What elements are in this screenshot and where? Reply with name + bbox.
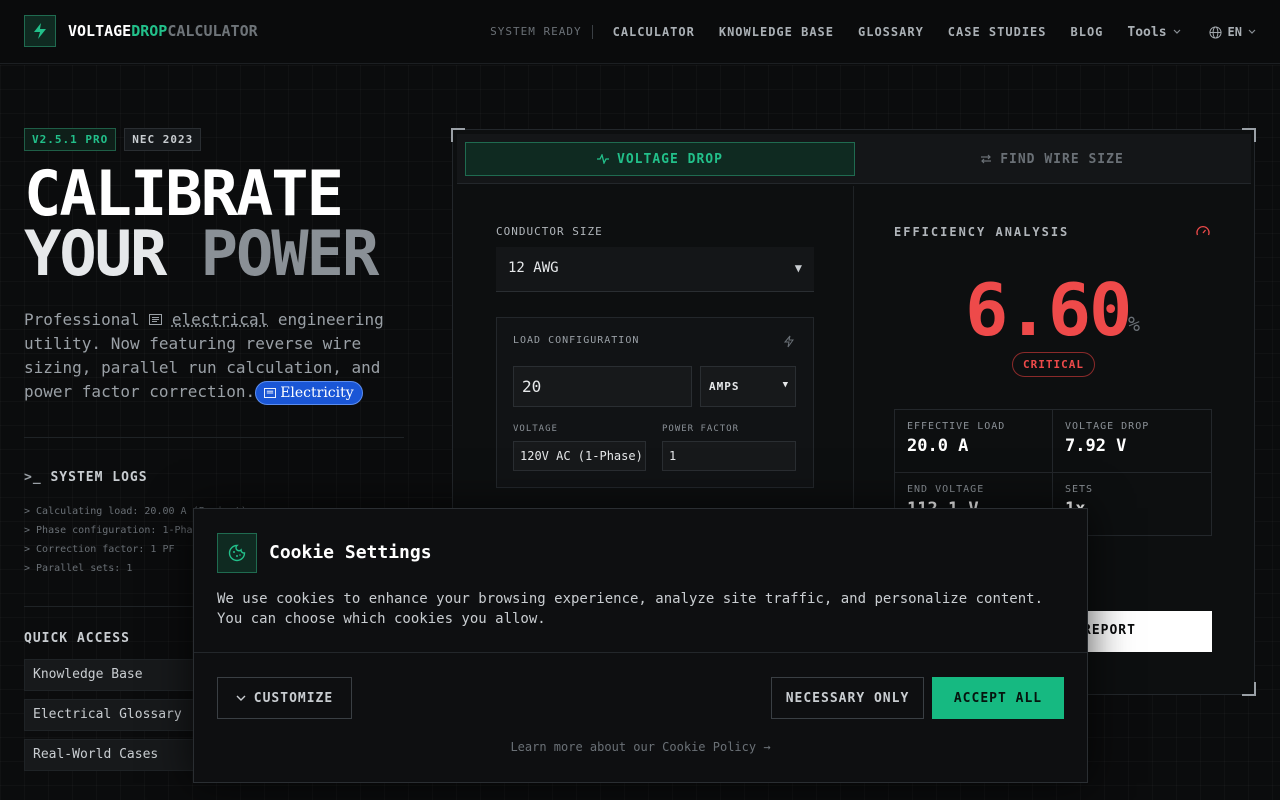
electrical-link[interactable]: electrical <box>172 310 268 329</box>
caret-down-icon: ▼ <box>782 380 789 390</box>
code-badge: NEC 2023 <box>124 128 202 151</box>
gauge-icon <box>1196 225 1210 236</box>
percent-unit: % <box>1128 312 1141 336</box>
system-logs-title: >_ SYSTEM LOGS <box>24 470 148 485</box>
nav-knowledge-base[interactable]: KNOWLEDGE BASE <box>719 25 834 39</box>
conductor-size-value: 12 AWG <box>508 260 559 276</box>
load-unit-select[interactable]: AMPS ▼ <box>700 366 796 407</box>
chip-label: Electricity <box>280 384 354 401</box>
version-badges: V2.5.1 PRO NEC 2023 <box>24 128 202 151</box>
hero-line-2a: YOUR <box>24 217 167 290</box>
logo-wordmark[interactable]: VOLTAGEDROPCALCULATOR <box>68 22 258 40</box>
customize-label: CUSTOMIZE <box>253 690 334 706</box>
chevron-down-icon <box>236 695 246 701</box>
quick-access-title: QUICK ACCESS <box>24 631 130 646</box>
tab-label: VOLTAGE DROP <box>617 151 723 167</box>
voltage-drop-percent: 6.60 <box>965 268 1132 352</box>
globe-icon <box>1209 25 1222 39</box>
tab-voltage-drop[interactable]: VOLTAGE DROP <box>465 142 855 176</box>
divider <box>24 437 404 438</box>
load-configuration: LOAD CONFIGURATION 20 AMPS ▼ VOLTAGE 120V… <box>496 317 814 488</box>
conductor-size-select[interactable]: 12 AWG ▼ <box>496 247 814 292</box>
main-nav: SYSTEM READY CALCULATOR KNOWLEDGE BASE G… <box>490 0 1256 64</box>
cookie-body: We use cookies to enhance your browsing … <box>217 591 1044 627</box>
language-label: EN <box>1227 25 1242 39</box>
bolt-icon <box>34 23 46 39</box>
stat-effective-load: EFFECTIVE LOAD 20.0 A <box>895 410 1053 473</box>
voltage-label: VOLTAGE <box>513 424 558 434</box>
load-unit-value: AMPS <box>709 380 740 393</box>
hero-line-2b: POWER <box>200 217 380 290</box>
voltage-select[interactable]: 120V AC (1-Phase) <box>513 441 646 471</box>
load-config-label: LOAD CONFIGURATION <box>513 335 640 346</box>
calculator-tabs: VOLTAGE DROP FIND WIRE SIZE <box>457 134 1251 184</box>
language-selector[interactable]: EN <box>1209 25 1256 39</box>
divider <box>194 652 1087 653</box>
customize-button[interactable]: CUSTOMIZE <box>217 677 352 719</box>
cookie-icon <box>228 544 246 562</box>
cookie-policy-link[interactable]: Learn more about our Cookie Policy → <box>194 740 1087 754</box>
hero-line-1: CALIBRATE <box>24 157 344 230</box>
nav-blog[interactable]: BLOG <box>1071 25 1104 39</box>
power-factor-label: POWER FACTOR <box>662 424 740 434</box>
system-status: SYSTEM READY <box>490 25 593 39</box>
load-input[interactable]: 20 <box>513 366 692 407</box>
cookie-dialog: Cookie Settings We use cookies to enhanc… <box>193 508 1088 783</box>
version-badge: V2.5.1 PRO <box>24 128 117 151</box>
nav-tools-dropdown[interactable]: Tools <box>1127 25 1180 40</box>
top-header: VOLTAGEDROPCALCULATOR SYSTEM READY CALCU… <box>0 0 1280 64</box>
caret-down-icon: ▼ <box>794 261 802 275</box>
power-factor-input[interactable]: 1 <box>662 441 796 471</box>
tab-find-wire-size[interactable]: FIND WIRE SIZE <box>857 142 1247 176</box>
chevron-down-icon <box>1248 29 1256 34</box>
stat-voltage-drop: VOLTAGE DROP 7.92 V <box>1053 410 1211 473</box>
analysis-title: EFFICIENCY ANALYSIS <box>894 225 1070 239</box>
article-icon <box>149 314 163 325</box>
hero-description: Professional electrical engineering util… <box>24 308 404 405</box>
article-icon <box>264 387 277 398</box>
quick-access-cases[interactable]: Real-World Cases <box>24 739 214 771</box>
bolt-outline-icon <box>784 335 794 348</box>
conductor-size-label: CONDUCTOR SIZE <box>496 225 603 238</box>
tab-label: FIND WIRE SIZE <box>1000 151 1124 167</box>
nav-glossary[interactable]: GLOSSARY <box>858 25 924 39</box>
necessary-only-button[interactable]: NECESSARY ONLY <box>771 677 924 719</box>
logo-mark[interactable] <box>24 15 56 47</box>
corner-bracket <box>1242 682 1256 696</box>
pulse-icon <box>597 154 610 164</box>
quick-access-knowledge-base[interactable]: Knowledge Base <box>24 659 214 691</box>
nav-case-studies[interactable]: CASE STUDIES <box>948 25 1047 39</box>
cookie-icon-box <box>217 533 257 573</box>
accept-all-button[interactable]: ACCEPT ALL <box>932 677 1064 719</box>
chevron-down-icon <box>1173 29 1180 34</box>
electricity-chip[interactable]: Electricity <box>255 380 363 405</box>
desc-text-pre: Professional <box>24 310 140 329</box>
cookie-title: Cookie Settings <box>269 542 432 563</box>
status-badge: CRITICAL <box>1012 352 1095 377</box>
nav-calculator[interactable]: CALCULATOR <box>613 25 695 39</box>
hero-title: CALIBRATE YOUR POWER <box>24 157 379 285</box>
tools-label: Tools <box>1127 24 1167 40</box>
quick-access-glossary[interactable]: Electrical Glossary <box>24 699 214 731</box>
swap-icon <box>981 154 992 164</box>
